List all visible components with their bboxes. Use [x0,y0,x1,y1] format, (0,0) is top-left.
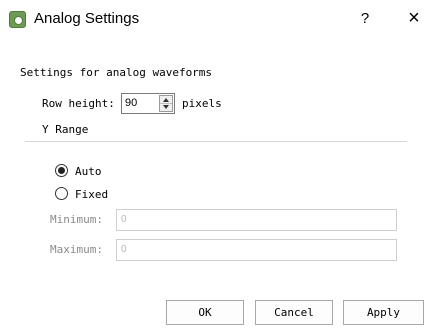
row-height-spinbox[interactable]: 90 [121,93,175,114]
minimum-value: 0 [121,214,127,225]
auto-radio[interactable] [55,164,68,177]
help-button[interactable]: ? [357,10,373,27]
fixed-radio-label[interactable]: Fixed [75,188,108,201]
window-title: Analog Settings [34,10,140,27]
app-icon [9,11,26,28]
spin-down-icon[interactable] [163,105,169,109]
auto-radio-label[interactable]: Auto [75,165,102,178]
spin-buttons[interactable] [159,95,173,112]
y-range-group-label: Y Range [42,123,89,136]
apply-button[interactable]: Apply [343,300,424,325]
row-height-value: 90 [125,97,138,109]
maximum-label: Maximum: [50,243,103,256]
minimum-label: Minimum: [50,213,103,226]
maximum-value: 0 [121,244,127,255]
spin-divider [160,103,172,104]
ok-button[interactable]: OK [166,300,244,325]
maximum-input[interactable]: 0 [116,239,397,261]
cancel-button[interactable]: Cancel [255,300,333,325]
close-button[interactable]: × [404,7,424,30]
row-height-unit: pixels [182,97,222,110]
minimum-input[interactable]: 0 [116,209,397,231]
fixed-radio[interactable] [55,187,68,200]
section-label: Settings for analog waveforms [20,66,213,79]
title-bar: Analog Settings ? × [0,0,432,41]
spin-up-icon[interactable] [163,98,169,102]
row-height-label: Row height: [42,97,115,110]
group-separator [25,141,407,142]
